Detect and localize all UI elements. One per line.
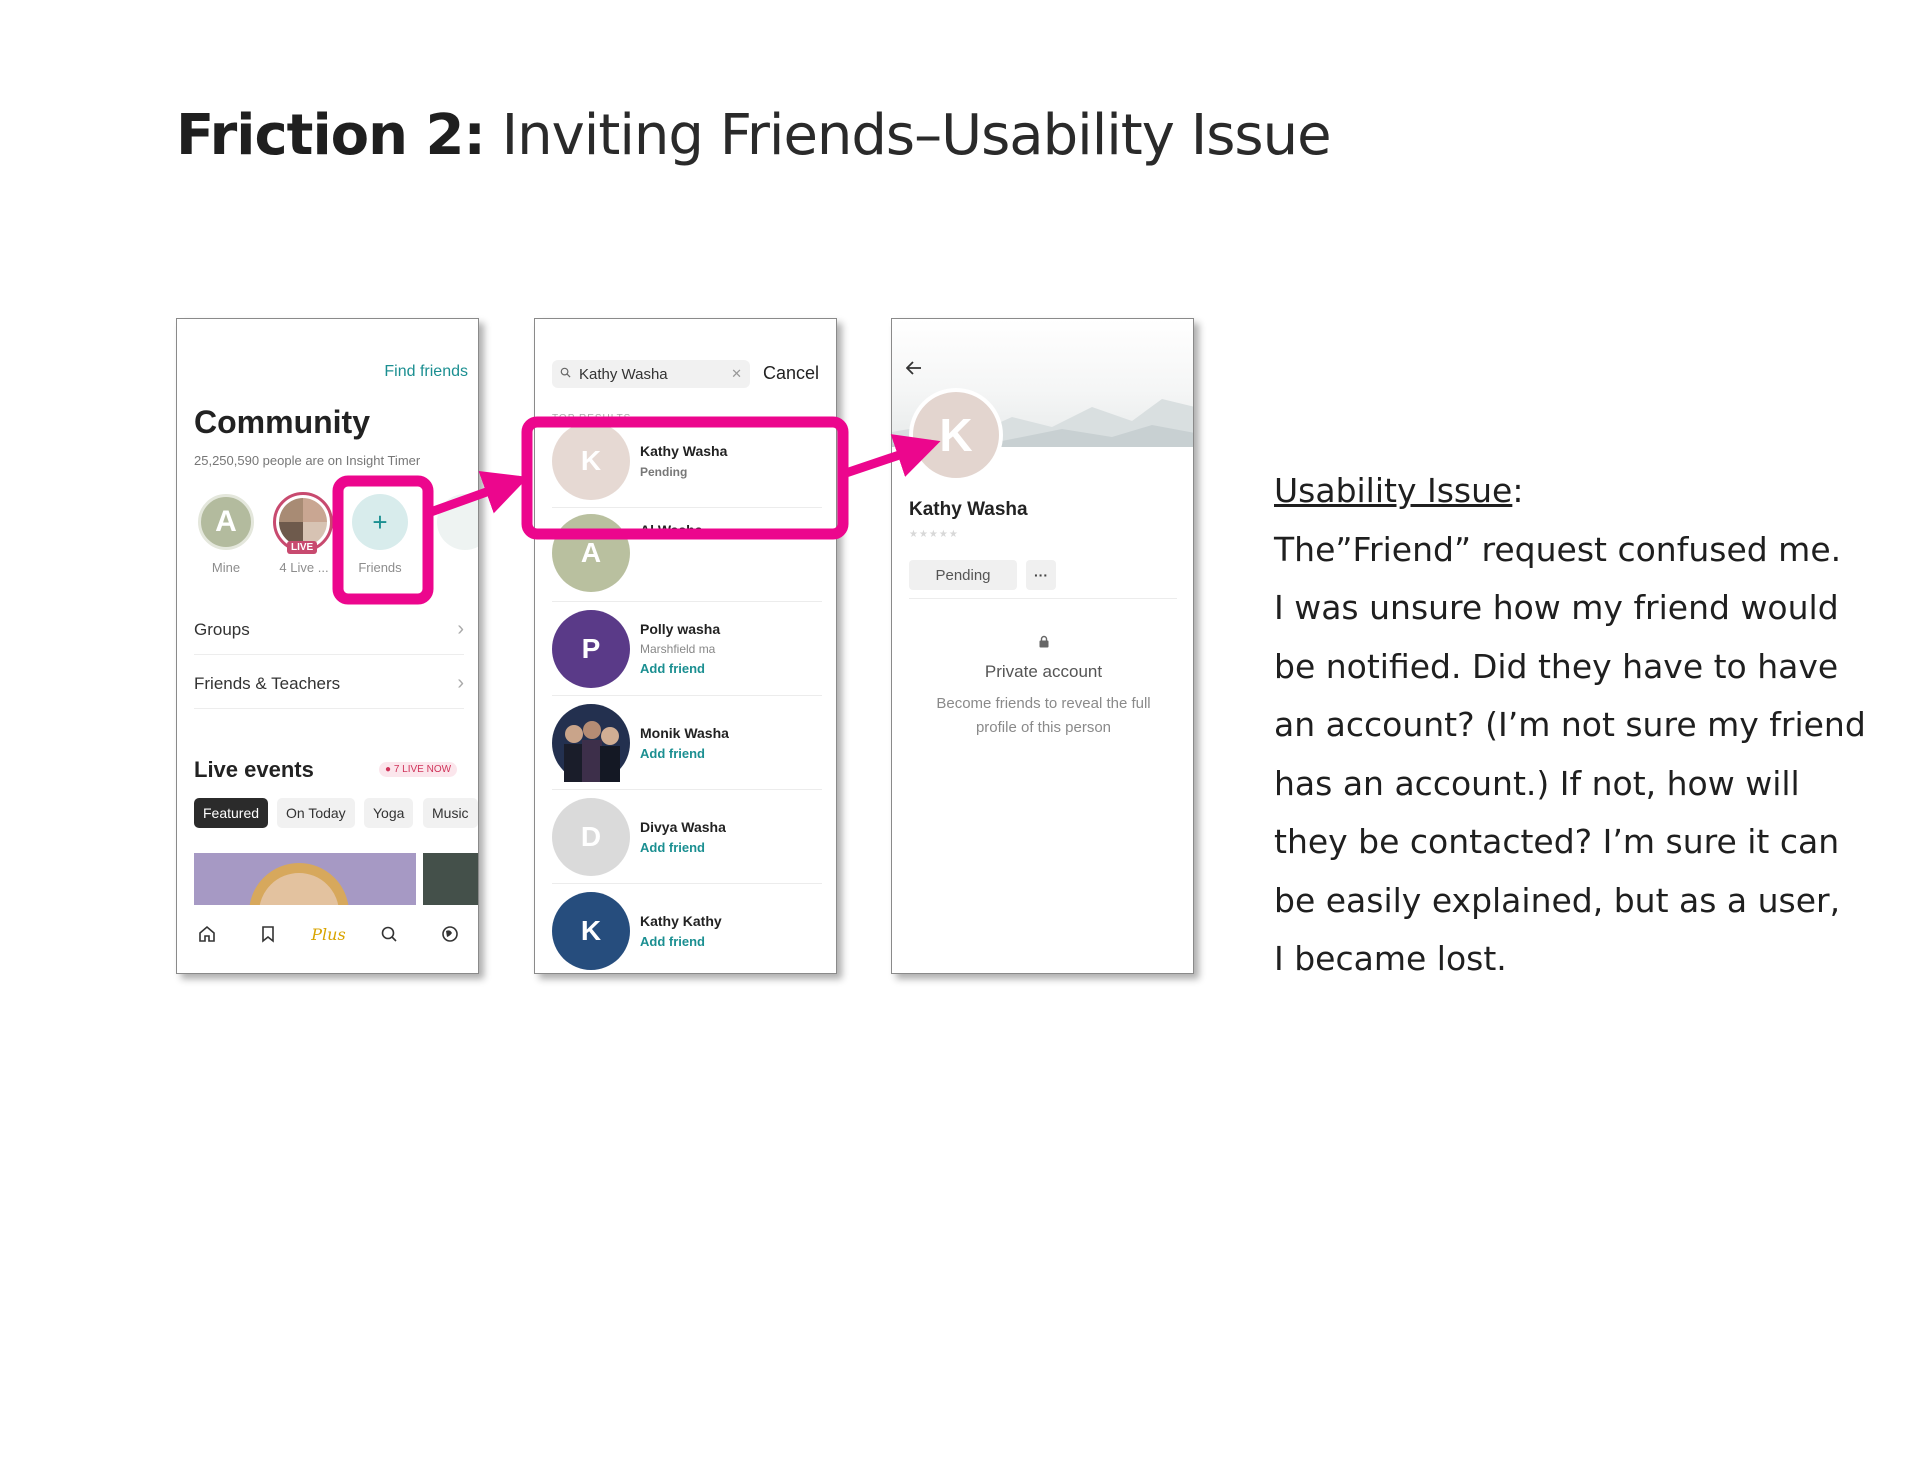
search-input[interactable]: Kathy Washa ✕ <box>552 360 750 388</box>
result-name: Kathy Washa <box>640 442 728 459</box>
avatar: A <box>552 514 630 592</box>
avatar: D <box>552 797 630 876</box>
issue-line: I became lost. <box>1274 939 1507 978</box>
add-friend-button[interactable]: Add friend <box>640 746 729 761</box>
avatar-photo <box>552 703 630 782</box>
search-result-row[interactable]: K Kathy Kathy Add friend <box>552 884 822 973</box>
search-result-row[interactable]: Monik Washa Add friend <box>552 696 822 790</box>
avatar: P <box>552 609 630 688</box>
divider <box>909 598 1177 599</box>
issue-line: be notified. Did they have to have <box>1274 646 1839 686</box>
tab-bar: Plus <box>177 905 478 973</box>
chip-yoga[interactable]: Yoga <box>364 798 414 828</box>
plus-icon: + <box>372 506 388 537</box>
back-arrow-icon[interactable] <box>905 359 922 380</box>
add-friends-button[interactable]: + <box>352 494 408 550</box>
slide-title-light: Inviting Friends–Usability Issue <box>501 103 1332 168</box>
chip-on-today[interactable]: On Today <box>277 798 355 828</box>
result-name: Monik Washa <box>640 724 729 741</box>
story-caption-live: 4 Live ... <box>279 560 329 575</box>
add-friend-button[interactable]: Add friend <box>640 840 726 855</box>
private-account-description: Become friends to reveal the full profil… <box>936 695 1151 736</box>
story-avatar-partial[interactable] <box>437 494 478 550</box>
result-location: Marshfield ma <box>640 642 716 656</box>
home-icon[interactable] <box>192 919 222 949</box>
story-caption-friends: Friends <box>358 560 402 575</box>
groups-row[interactable]: Groups › <box>194 605 464 655</box>
search-result-row[interactable]: A Al Washa <box>552 508 822 602</box>
issue-line: has an account.) If not, how will <box>1274 763 1800 803</box>
search-icon[interactable] <box>374 919 404 949</box>
issue-heading-line: Usability Issue: <box>1274 471 1524 510</box>
find-friends-link[interactable]: Find friends <box>384 363 468 381</box>
avatar: K <box>552 891 630 970</box>
result-name: Divya Washa <box>640 818 726 835</box>
slide-title: Friction 2: Inviting Friends–Usability I… <box>176 102 1332 170</box>
issue-line: The”Friend” request confused me. <box>1274 529 1842 569</box>
issue-line: an account? (I’m not sure my friend <box>1274 705 1866 744</box>
issue-heading: Usability Issue <box>1274 471 1513 510</box>
story-caption-mine: Mine <box>211 560 241 575</box>
chip-featured[interactable]: Featured <box>194 798 269 828</box>
profile-avatar: K <box>909 388 1003 482</box>
lock-icon <box>1038 635 1050 651</box>
profile-name: Kathy Washa <box>909 499 1028 520</box>
result-name: Polly washa <box>640 621 721 637</box>
friends-teachers-row[interactable]: Friends & Teachers › <box>194 659 464 709</box>
search-result-row[interactable]: K Kathy Washa Pending <box>552 414 822 508</box>
live-events-title: Live events <box>194 757 314 782</box>
issue-line: be easily explained, but as a user, <box>1274 880 1841 920</box>
live-now-badge: ● 7 LIVE NOW <box>379 762 458 777</box>
people-count: 25,250,590 people are on Insight Timer <box>194 453 421 468</box>
groups-label: Groups <box>194 619 250 639</box>
issue-line: they be contacted? I’m sure it can <box>1274 822 1840 861</box>
mine-avatar[interactable]: A <box>198 494 254 550</box>
more-options-button[interactable]: ··· <box>1026 560 1056 590</box>
search-query: Kathy Washa <box>579 365 668 383</box>
result-status: Pending <box>640 464 688 479</box>
rating-stars: ★★★★★ <box>909 529 959 540</box>
search-screen: Kathy Washa ✕ Cancel TOP RESULTS K Kathy… <box>534 318 837 974</box>
chevron-right-icon: › <box>457 618 464 640</box>
bookmark-icon[interactable] <box>253 919 283 949</box>
search-result-row[interactable]: D Divya Washa Add friend <box>552 790 822 884</box>
chip-music[interactable]: Music <box>423 798 478 828</box>
slide-title-bold: Friction 2: <box>176 103 486 168</box>
usability-issue-text: Usability Issue: The”Friend” request con… <box>1274 462 1874 989</box>
search-icon <box>560 367 571 381</box>
result-name: Kathy Kathy <box>640 912 722 929</box>
add-friend-button[interactable]: Add friend <box>640 934 722 949</box>
private-account-title: Private account <box>984 662 1103 681</box>
cancel-button[interactable]: Cancel <box>763 363 819 384</box>
live-badge: LIVE <box>287 541 318 554</box>
avatar: K <box>552 421 630 500</box>
plus-tab[interactable]: Plus <box>311 919 345 949</box>
add-friend-button[interactable]: Add friend <box>640 661 720 676</box>
globe-icon[interactable] <box>435 919 465 949</box>
community-title: Community <box>194 404 370 440</box>
result-name: Al Washa <box>640 522 703 538</box>
profile-screen: K Kathy Washa ★★★★★ Pending ··· Private … <box>891 318 1194 974</box>
search-result-row[interactable]: P Polly washa Marshfield ma Add friend <box>552 602 822 696</box>
friends-teachers-label: Friends & Teachers <box>194 673 341 693</box>
community-screen: Find friends Community 25,250,590 people… <box>176 318 479 974</box>
clear-icon[interactable]: ✕ <box>731 366 742 382</box>
issue-line: I was unsure how my friend would <box>1274 588 1839 627</box>
pending-button[interactable]: Pending <box>909 560 1017 590</box>
chevron-right-icon: › <box>457 672 464 694</box>
